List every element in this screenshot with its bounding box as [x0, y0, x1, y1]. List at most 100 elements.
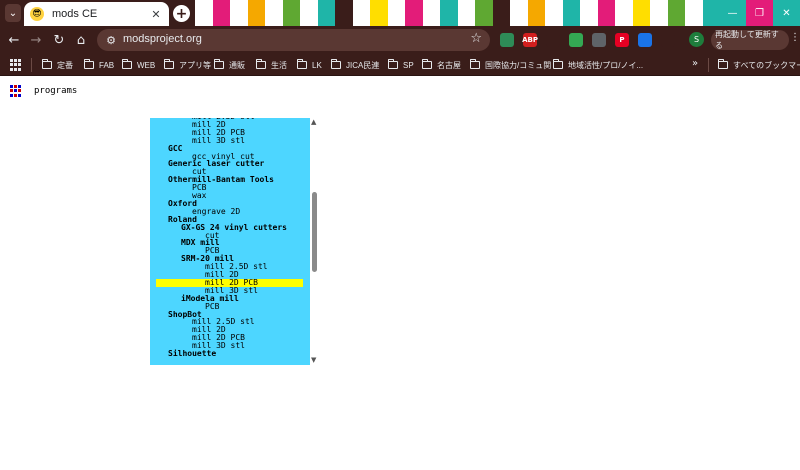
pinterest-icon[interactable]: P — [615, 33, 629, 47]
theme-stripe — [335, 0, 353, 26]
bookmark-folder[interactable]: 名古屋 — [422, 57, 461, 73]
new-tab-button[interactable]: + — [173, 5, 190, 22]
theme-stripe — [195, 0, 213, 26]
folder-icon — [122, 59, 132, 69]
theme-stripe — [352, 0, 370, 26]
theme-stripe — [580, 0, 598, 26]
theme-stripe — [457, 0, 475, 26]
bookmark-folder[interactable]: 生活 — [256, 57, 287, 73]
adblock-plus-icon[interactable]: ABP — [522, 33, 538, 47]
program-group-heading: Generic laser cutter — [168, 159, 265, 169]
green-extension-icon[interactable] — [500, 33, 514, 47]
folder-icon — [84, 59, 94, 69]
theme-stripe — [212, 0, 230, 26]
folder-icon — [388, 59, 398, 69]
theme-stripe — [685, 0, 703, 26]
bookmark-folder[interactable]: JICA民連 — [331, 57, 379, 73]
scroll-up-arrow-icon[interactable]: ▲ — [311, 118, 316, 126]
pen-extension-icon[interactable] — [546, 33, 560, 47]
tab-strip-theme-stripes — [195, 0, 720, 26]
folder-icon — [422, 59, 432, 69]
bookmark-folder-label: LK — [312, 60, 322, 70]
bookmark-folder-label: WEB — [137, 60, 156, 70]
theme-stripe — [510, 0, 528, 26]
program-group-heading: GCC — [168, 143, 183, 153]
reload-icon[interactable]: ↻ — [50, 31, 68, 49]
bookmark-folder[interactable]: 定番 — [42, 57, 73, 73]
program-item[interactable]: engrave 2D — [192, 207, 240, 216]
google-extension-icon[interactable] — [569, 33, 583, 47]
bookmark-folder-label: FAB — [99, 60, 115, 70]
tab-title: mods CE — [52, 8, 98, 20]
all-bookmarks-label: すべてのブックマーク — [733, 60, 800, 70]
bookmark-folder[interactable]: LK — [297, 57, 322, 73]
theme-stripe — [440, 0, 458, 26]
mods-logo-icon[interactable] — [10, 85, 22, 97]
puzzle-extensions-icon[interactable] — [661, 33, 675, 47]
bookmark-star-icon[interactable]: ☆ — [470, 31, 482, 46]
theme-stripe — [597, 0, 615, 26]
theme-stripe — [370, 0, 388, 26]
close-tab-icon[interactable]: ✕ — [149, 8, 163, 21]
scroll-down-arrow-icon[interactable]: ▼ — [311, 356, 316, 364]
folder-icon — [553, 59, 563, 69]
browser-toolbar: ← → ↻ ⌂ ⚙ modsproject.org ☆ ABP P S 再起動して… — [0, 26, 800, 54]
home-icon[interactable]: ⌂ — [72, 31, 90, 49]
bookmark-folder[interactable]: FAB — [84, 57, 114, 73]
program-item[interactable]: PCB — [205, 302, 219, 311]
theme-stripe — [492, 0, 510, 26]
theme-stripe — [422, 0, 440, 26]
address-bar[interactable]: ⚙ modsproject.org ☆ — [97, 29, 490, 51]
program-group-heading: Othermill-Bantam Tools — [168, 175, 274, 185]
theme-stripe — [300, 0, 318, 26]
bookmark-folder[interactable]: 国際協力/コミュ関 — [470, 57, 551, 73]
bookmarks-divider — [708, 58, 709, 72]
folder-icon — [214, 59, 224, 69]
close-window-icon[interactable]: ✕ — [773, 0, 800, 26]
theme-stripe — [247, 0, 265, 26]
theme-stripe — [230, 0, 248, 26]
back-arrow-icon[interactable]: ← — [5, 31, 23, 49]
folder-icon — [470, 59, 480, 69]
bookmarks-bar: 定番 FAB WEB アプリ等 通販 生活 LK JICA民連 SP 名古屋 国際協力/コミュ関 地域… — [0, 54, 800, 76]
folder-icon — [256, 59, 266, 69]
bookmark-folder-label: 国際協力/コミュ関 — [485, 60, 552, 70]
theme-stripe — [562, 0, 580, 26]
forward-arrow-icon[interactable]: → — [27, 31, 45, 49]
tab-mods-ce[interactable]: 😎 mods CE ✕ — [24, 2, 169, 26]
program-item[interactable]: mill 3D stl — [192, 136, 245, 145]
programs-menu-link[interactable]: programs — [34, 86, 77, 96]
tab-search-chevron-icon[interactable]: ⌄ — [5, 4, 21, 22]
bookmark-folder[interactable]: WEB — [122, 57, 155, 73]
minimize-window-icon[interactable]: — — [719, 0, 746, 26]
bookmark-folder-label: 生活 — [271, 60, 287, 70]
site-settings-icon[interactable]: ⚙ — [103, 32, 119, 48]
programs-list-scrollbar[interactable]: ▲ ▼ — [310, 118, 320, 365]
theme-stripe — [527, 0, 545, 26]
bookmark-folder[interactable]: 通販 — [214, 57, 245, 73]
theme-stripe — [650, 0, 668, 26]
bookmark-folder[interactable]: 地域活性/プロ/ノイ... — [553, 57, 643, 73]
tag-extension-icon[interactable] — [638, 33, 652, 47]
printer-extension-icon[interactable] — [592, 33, 606, 47]
all-bookmarks-folder[interactable]: すべてのブックマーク — [718, 57, 800, 73]
programs-list[interactable]: mill 2.5D stlmill 2Dmill 2D PCBmill 3D s… — [150, 118, 310, 365]
bookmark-folder-label: アプリ等 — [179, 60, 211, 70]
more-bookmarks-chevron-icon[interactable]: » — [692, 58, 698, 69]
bookmark-folder-label: 通販 — [229, 60, 245, 70]
theme-stripe — [545, 0, 563, 26]
bookmark-folder[interactable]: アプリ等 — [164, 57, 211, 73]
scrollbar-thumb[interactable] — [312, 192, 317, 272]
folder-icon — [718, 59, 728, 69]
theme-stripe — [667, 0, 685, 26]
apps-grid-icon[interactable] — [10, 59, 22, 71]
profile-avatar[interactable]: S — [689, 32, 704, 47]
restart-to-update-button[interactable]: 再起動して更新する — [711, 30, 789, 50]
browser-menu-icon[interactable]: ⋮ — [790, 32, 800, 43]
bookmark-folder-label: SP — [403, 60, 414, 70]
bookmark-folder-label: 定番 — [57, 60, 73, 70]
restore-window-icon[interactable]: ❐ — [746, 0, 773, 26]
bookmark-folder-label: 名古屋 — [437, 60, 461, 70]
bookmark-folder[interactable]: SP — [388, 57, 414, 73]
folder-icon — [164, 59, 174, 69]
